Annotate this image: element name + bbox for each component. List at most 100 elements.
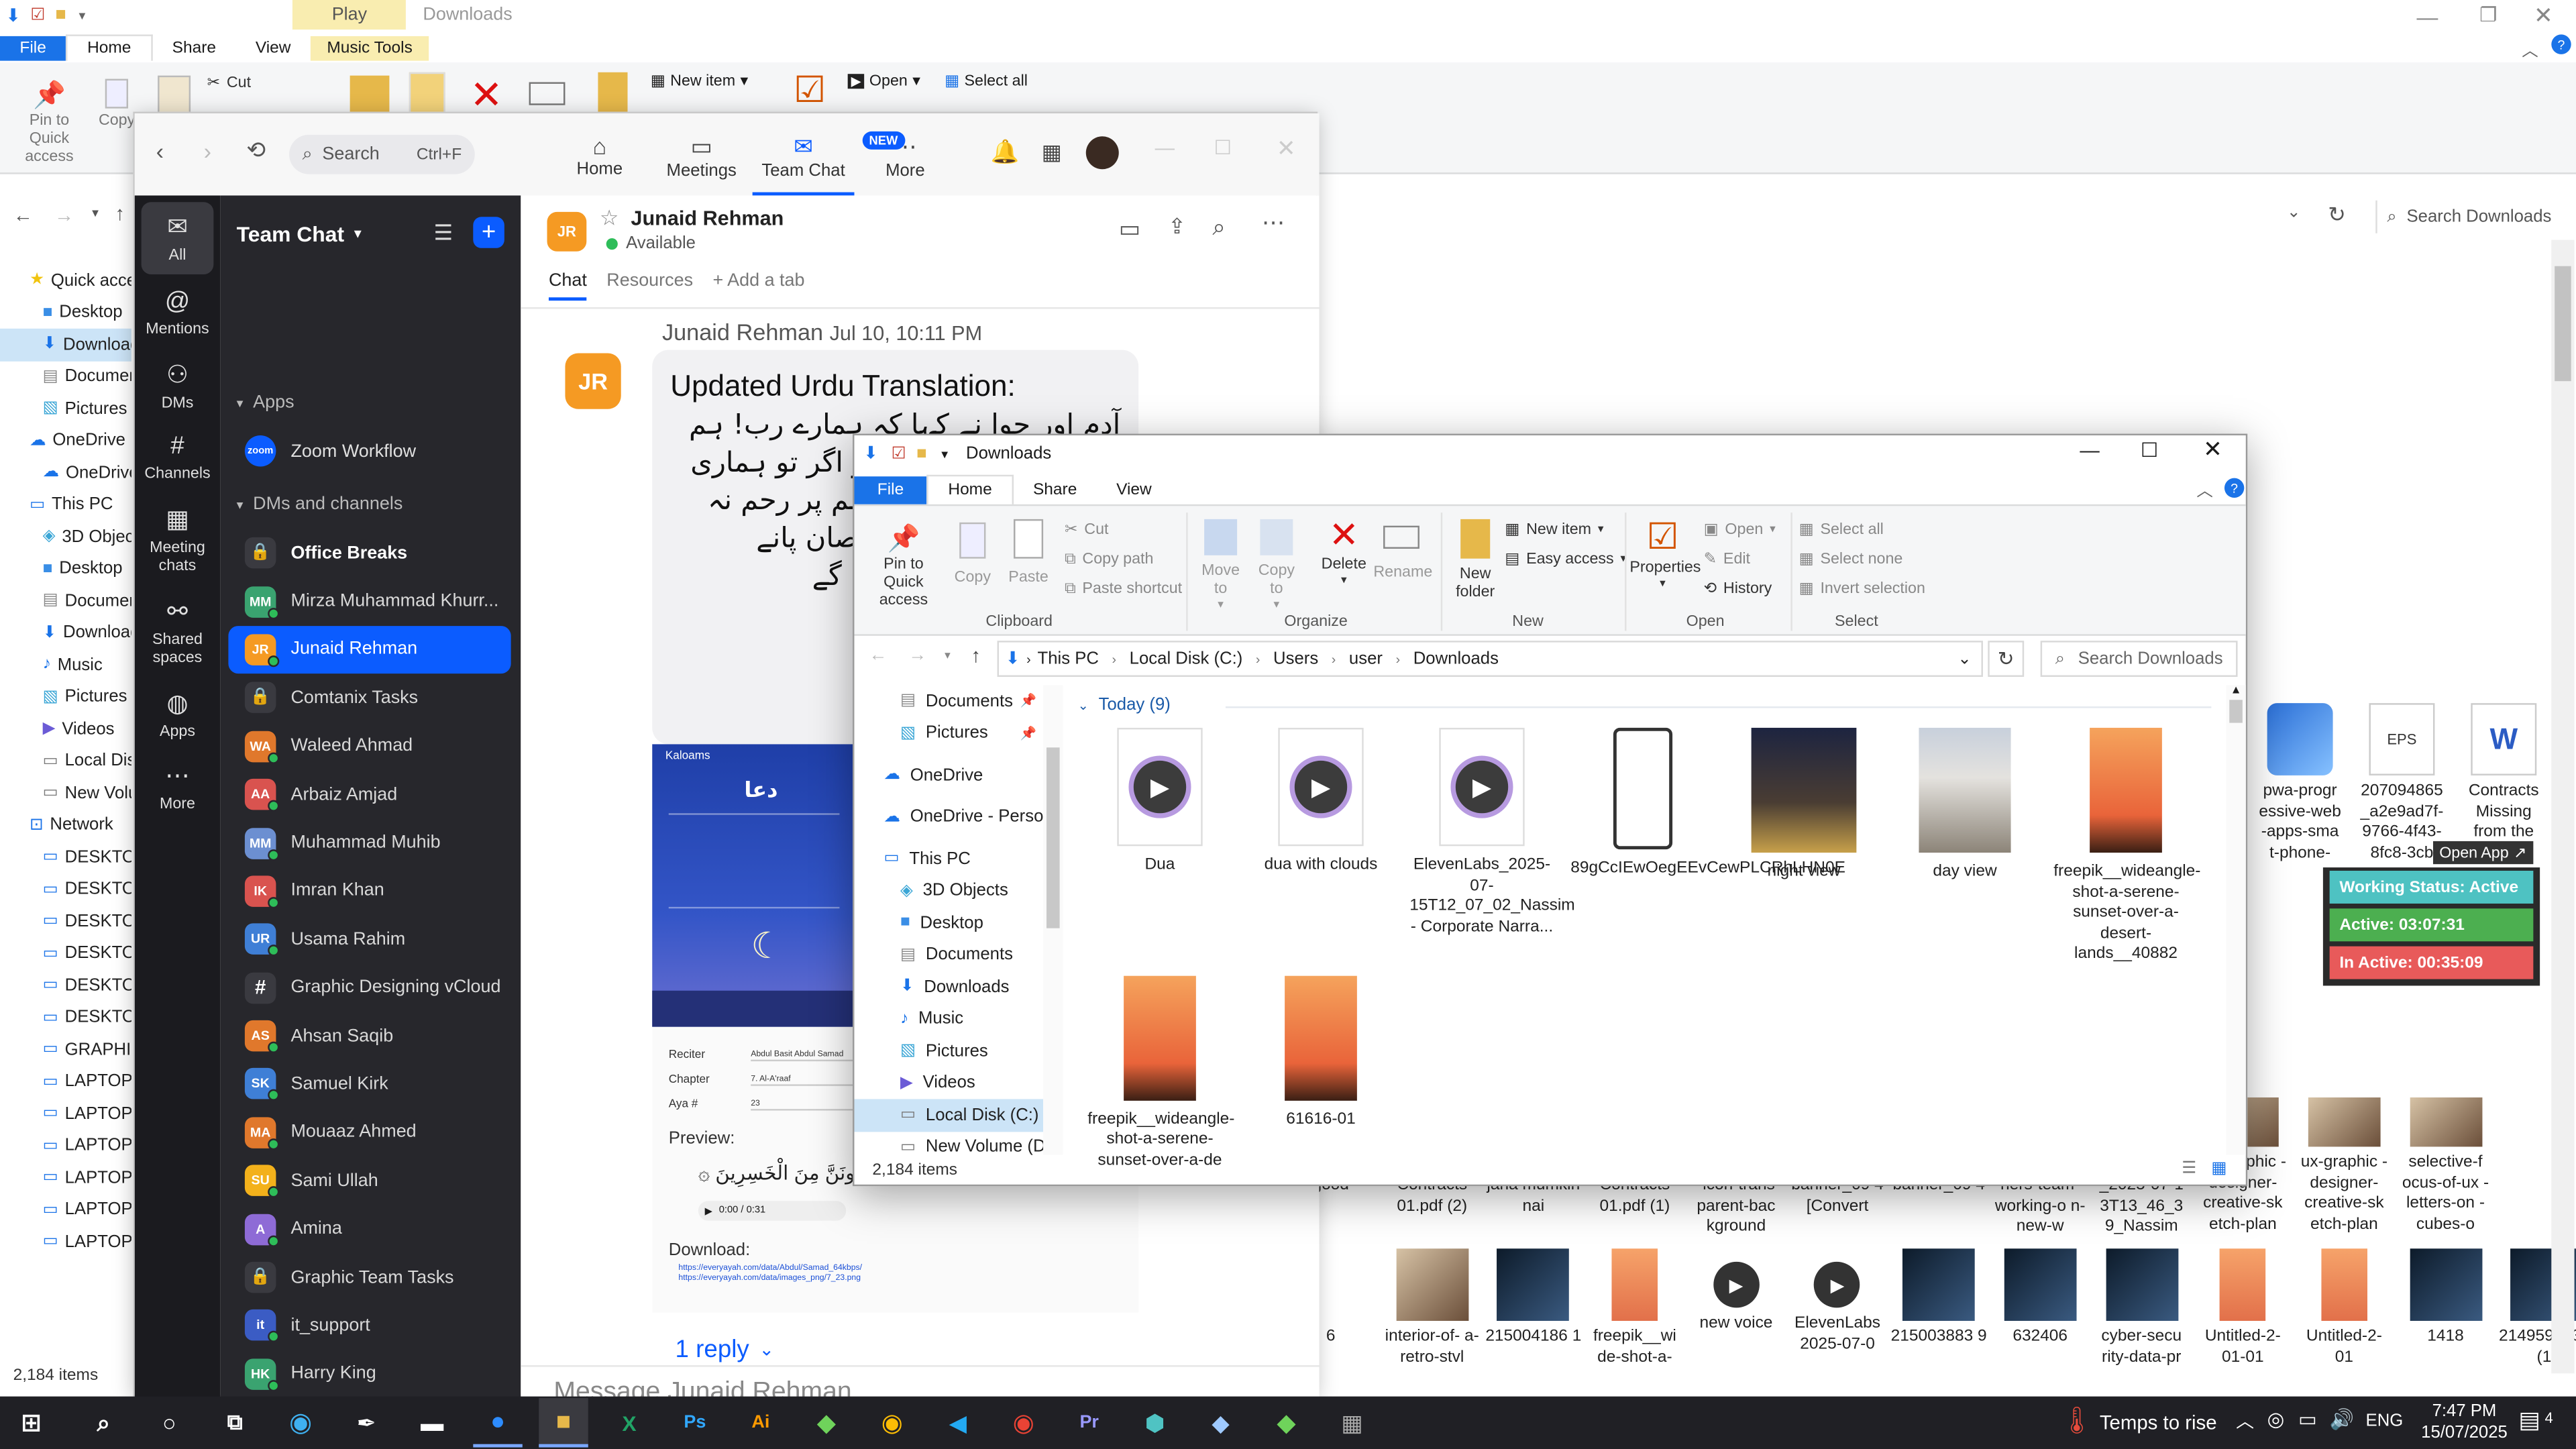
channel-item[interactable]: MM Mirza Muhammad Khurr... xyxy=(228,578,511,626)
chevron-down-icon[interactable]: ▾ xyxy=(72,7,92,22)
edit-button[interactable]: ✎ Edit xyxy=(1704,544,1750,574)
nav-item[interactable]: ▭ LAPTOP- xyxy=(0,1226,131,1258)
open-app-button[interactable]: Open App ↗ xyxy=(2432,841,2534,865)
rename-icon[interactable] xyxy=(529,82,566,105)
nav-item[interactable]: ▭ DESKTOP xyxy=(0,1002,131,1034)
thermometer-icon[interactable]: 🌡 xyxy=(2060,1405,2094,1438)
scrollbar-thumb[interactable] xyxy=(1046,747,1060,928)
file-item[interactable]: 632406 xyxy=(1991,1248,2090,1368)
chevron-up-icon[interactable]: ︿ xyxy=(2236,1408,2254,1434)
nav-item[interactable]: ▧ Pictures 📌 xyxy=(854,717,1043,749)
ribbon-tab[interactable]: View xyxy=(1097,476,1171,504)
copy-path-button[interactable]: ⧉ Copy path xyxy=(1065,544,1154,574)
qa-tab[interactable]: Play xyxy=(292,0,407,30)
channel-item[interactable]: HK Harry King xyxy=(228,1350,511,1398)
rail-apps[interactable]: ◍ Apps xyxy=(135,678,220,751)
scrollbar[interactable] xyxy=(2551,239,2575,1374)
cut-button[interactable]: ✂ Cut xyxy=(207,74,252,92)
minimize-icon[interactable]: — xyxy=(2416,5,2438,30)
language-indicator[interactable]: ENG xyxy=(2366,1411,2404,1431)
clock[interactable]: 7:47 PM 15/07/2025 xyxy=(2415,1401,2514,1444)
file-item[interactable]: ux-graphic -designer- creative-sk etch-p… xyxy=(2295,1097,2394,1238)
search-icon[interactable]: ⌕ xyxy=(1212,213,1225,241)
file-item[interactable]: 89gCcIEwOegEEvCewPLCRhLHN0E xyxy=(1570,727,1845,965)
channel-item[interactable]: 🔒 Comtanix Tasks xyxy=(228,674,511,722)
close-icon[interactable]: ✕ xyxy=(1277,135,1296,163)
cut-button[interactable]: ✂ Cut xyxy=(1065,515,1109,544)
premiere-icon[interactable]: Pr xyxy=(1065,1398,1114,1447)
large-icons-view-icon[interactable]: ▦ xyxy=(2211,1160,2226,1178)
notification-icon[interactable]: ▤ xyxy=(2518,1406,2540,1434)
back-icon[interactable]: ‹ xyxy=(156,138,164,164)
excel-icon[interactable]: X xyxy=(604,1398,653,1447)
nav-item[interactable]: ▭ LAPTOP- xyxy=(0,1097,131,1130)
edge-icon[interactable]: ◉ xyxy=(276,1398,325,1447)
rename-button[interactable]: Rename xyxy=(1373,519,1432,582)
group-header-today[interactable]: ⌄ Today (9) xyxy=(1078,695,1171,714)
help-icon[interactable]: ? xyxy=(2224,478,2245,498)
nav-item[interactable]: ▭ This PC xyxy=(854,843,1043,875)
nav-scrollbar[interactable] xyxy=(1043,685,1063,1155)
ribbon-tab[interactable]: Home xyxy=(66,34,153,61)
file-item[interactable]: interior-of- a-retro-stvl xyxy=(1383,1248,1481,1368)
channel-item[interactable]: IK Imran Khan xyxy=(228,867,511,915)
dms-header[interactable]: ▾ DMs and channels xyxy=(237,494,403,514)
nav-item[interactable]: ■ Desktop xyxy=(0,297,131,329)
app-tray-icon[interactable]: ◎ xyxy=(2267,1408,2285,1431)
nav-item[interactable]: ■ Desktop xyxy=(0,553,131,585)
nav-item[interactable]: ▭ DESKTOP xyxy=(0,841,131,873)
nav-item[interactable]: ▭ LAPTOP- xyxy=(0,1161,131,1193)
nav-item[interactable]: ▭ GRAPHIC xyxy=(0,1033,131,1065)
contact-name[interactable]: Junaid Rehman xyxy=(631,207,784,230)
forward-icon[interactable]: → xyxy=(54,204,74,227)
channel-item[interactable]: WA Waleed Ahmad xyxy=(228,722,511,770)
nav-meetings[interactable]: ▭ Meetings xyxy=(651,129,753,195)
rail-shared-spaces[interactable]: ⚯ Shared spaces xyxy=(135,586,220,677)
app-icon[interactable]: ◆ xyxy=(1262,1398,1311,1447)
paste-shortcut-button[interactable]: ⧉ Paste shortcut xyxy=(1065,574,1182,603)
sender-avatar[interactable]: JR xyxy=(565,353,621,409)
nav-item[interactable]: ⬇ Downloads xyxy=(854,971,1043,1003)
photoshop-icon[interactable]: Ps xyxy=(670,1398,719,1447)
checkbox-icon[interactable]: ☑ xyxy=(26,6,49,24)
new-item-button[interactable]: ▦ New item ▾ xyxy=(651,72,748,91)
nav-item[interactable]: ⬇ Downloads xyxy=(0,328,131,361)
help-icon[interactable]: ? xyxy=(2551,34,2571,54)
chevron-down-icon[interactable]: ▾ xyxy=(933,446,956,461)
windows-start-icon[interactable]: ⊞ xyxy=(0,1398,62,1447)
form-value[interactable]: 23 xyxy=(751,1099,866,1111)
qa-tab[interactable]: Downloads xyxy=(407,1,529,28)
file-item[interactable]: cyber-secu rity-data-pr xyxy=(2092,1248,2191,1368)
forward-icon[interactable]: › xyxy=(204,138,211,164)
zoom-app-icon[interactable]: ● xyxy=(473,1398,523,1448)
app-icon[interactable]: ◆ xyxy=(1196,1398,1245,1447)
close-icon[interactable]: ✕ xyxy=(2534,1,2553,30)
delete-button[interactable]: ✕ Delete ▾ xyxy=(1321,515,1367,587)
nav-item[interactable]: ▤ Documents xyxy=(854,939,1043,971)
chevron-down-icon[interactable]: ⌄ xyxy=(1957,650,1981,668)
collapse-ribbon-icon[interactable]: ︿ xyxy=(2522,36,2538,61)
breadcrumb-item[interactable]: Local Disk (C:) xyxy=(1130,649,1243,668)
maximize-icon[interactable]: ☐ xyxy=(2141,439,2158,462)
breadcrumb-item[interactable]: Downloads xyxy=(1413,649,1499,668)
file-item[interactable]: night view xyxy=(1731,727,1876,965)
add-button[interactable]: + xyxy=(473,217,504,248)
form-value[interactable]: Abdul Basit Abdul Samad xyxy=(751,1050,866,1062)
paste-button[interactable]: Paste xyxy=(1006,519,1052,586)
copy-button[interactable]: Copy xyxy=(99,78,135,129)
nav-item[interactable]: ▧ Pictures xyxy=(0,392,131,425)
zoom-workflow-item[interactable]: zoom Zoom Workflow xyxy=(244,435,416,467)
file-item[interactable]: Untitled-2- 01 xyxy=(2295,1248,2394,1368)
file-item[interactable]: ▶ dua with clouds xyxy=(1248,727,1393,965)
history-icon[interactable]: ⟲ xyxy=(246,136,266,164)
recent-icon[interactable]: ▾ xyxy=(92,205,99,220)
app-icon[interactable]: ◆ xyxy=(802,1398,851,1447)
pen-icon[interactable]: ✒ xyxy=(341,1398,390,1447)
nav-item[interactable]: ▭ DESKTOP xyxy=(0,937,131,969)
channel-item[interactable]: 🔒 Office Breaks xyxy=(228,529,511,578)
channel-item[interactable]: AS Ahsan Saqib xyxy=(228,1012,511,1060)
calendar-icon[interactable]: ▦ xyxy=(1042,140,1062,166)
nav-team-chat[interactable]: ✉ Team Chat xyxy=(752,129,855,196)
scrollbar-thumb[interactable] xyxy=(2555,266,2571,382)
move-to-button[interactable]: Move to ▾ xyxy=(1199,519,1242,611)
